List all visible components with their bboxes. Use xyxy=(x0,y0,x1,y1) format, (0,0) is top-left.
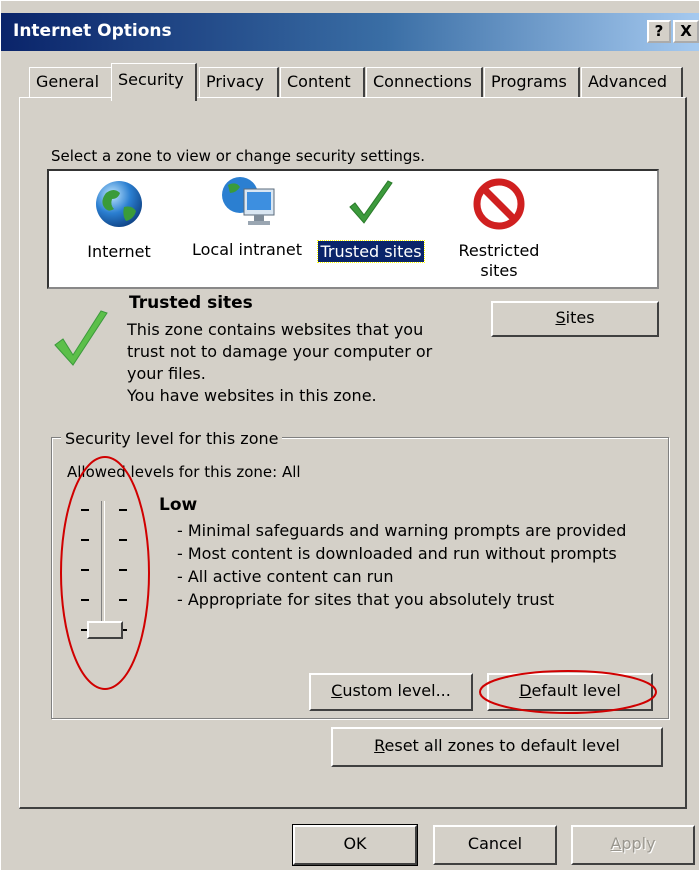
intranet-computer-icon xyxy=(222,177,275,225)
title-bar[interactable]: Internet Options ? X xyxy=(1,13,699,51)
zone-label-trusted-sites: Trusted sites xyxy=(317,240,425,263)
restricted-no-icon xyxy=(473,178,525,230)
zone-label-restricted-line2: sites xyxy=(480,261,518,280)
zone-list[interactable]: Internet Local intranet Trusted sites Re… xyxy=(47,169,659,289)
apply-button[interactable]: Apply xyxy=(571,825,695,865)
selected-zone-title: Trusted sites xyxy=(129,293,253,313)
tab-programs[interactable]: Programs xyxy=(484,67,580,99)
security-level-group-title: Security level for this zone xyxy=(61,429,283,448)
zone-label-internet: Internet xyxy=(87,242,151,261)
zone-label-restricted-line1: Restricted xyxy=(458,241,540,260)
zone-restricted-sites[interactable]: Restricted sites xyxy=(439,177,559,281)
custom-level-button[interactable]: Custom level... xyxy=(309,673,473,711)
slider-track xyxy=(101,501,105,639)
tab-content[interactable]: Content xyxy=(280,67,365,99)
trusted-sites-large-checkmark-icon xyxy=(54,310,108,366)
window-title: Internet Options xyxy=(13,21,172,41)
tab-advanced[interactable]: Advanced xyxy=(581,67,683,99)
tab-general[interactable]: General xyxy=(29,67,113,99)
zone-local-intranet[interactable]: Local intranet xyxy=(185,173,309,260)
security-level-name: Low xyxy=(159,495,198,515)
security-level-bullets: - Minimal safeguards and warning prompts… xyxy=(177,521,627,609)
tab-connections[interactable]: Connections xyxy=(366,67,483,99)
tab-strip: General Security Privacy Content Connect… xyxy=(25,63,695,101)
globe-icon xyxy=(96,181,142,227)
default-level-button[interactable]: Default level xyxy=(487,673,653,711)
allowed-levels-text: Allowed levels for this zone: All xyxy=(67,463,301,481)
zone-label-local-intranet: Local intranet xyxy=(191,240,303,259)
cancel-button[interactable]: Cancel xyxy=(433,825,557,865)
help-button[interactable]: ? xyxy=(647,20,671,43)
ok-button[interactable]: OK xyxy=(292,824,418,866)
zone-prompt: Select a zone to view or change security… xyxy=(51,147,426,165)
selected-zone-description: This zone contains websites that you tru… xyxy=(127,320,433,405)
internet-options-dialog: Internet Options ? X General Security Pr… xyxy=(0,0,699,870)
zone-internet[interactable]: Internet xyxy=(59,177,179,262)
tab-privacy[interactable]: Privacy xyxy=(199,67,279,99)
slider-thumb[interactable] xyxy=(87,621,123,639)
tab-security[interactable]: Security xyxy=(111,63,197,101)
close-button[interactable]: X xyxy=(673,20,699,43)
zone-trusted-sites[interactable]: Trusted sites xyxy=(313,177,429,263)
reset-all-zones-button[interactable]: Reset all zones to default level xyxy=(331,727,663,767)
green-checkmark-icon xyxy=(349,180,393,224)
sites-button[interactable]: Sites xyxy=(491,301,659,337)
